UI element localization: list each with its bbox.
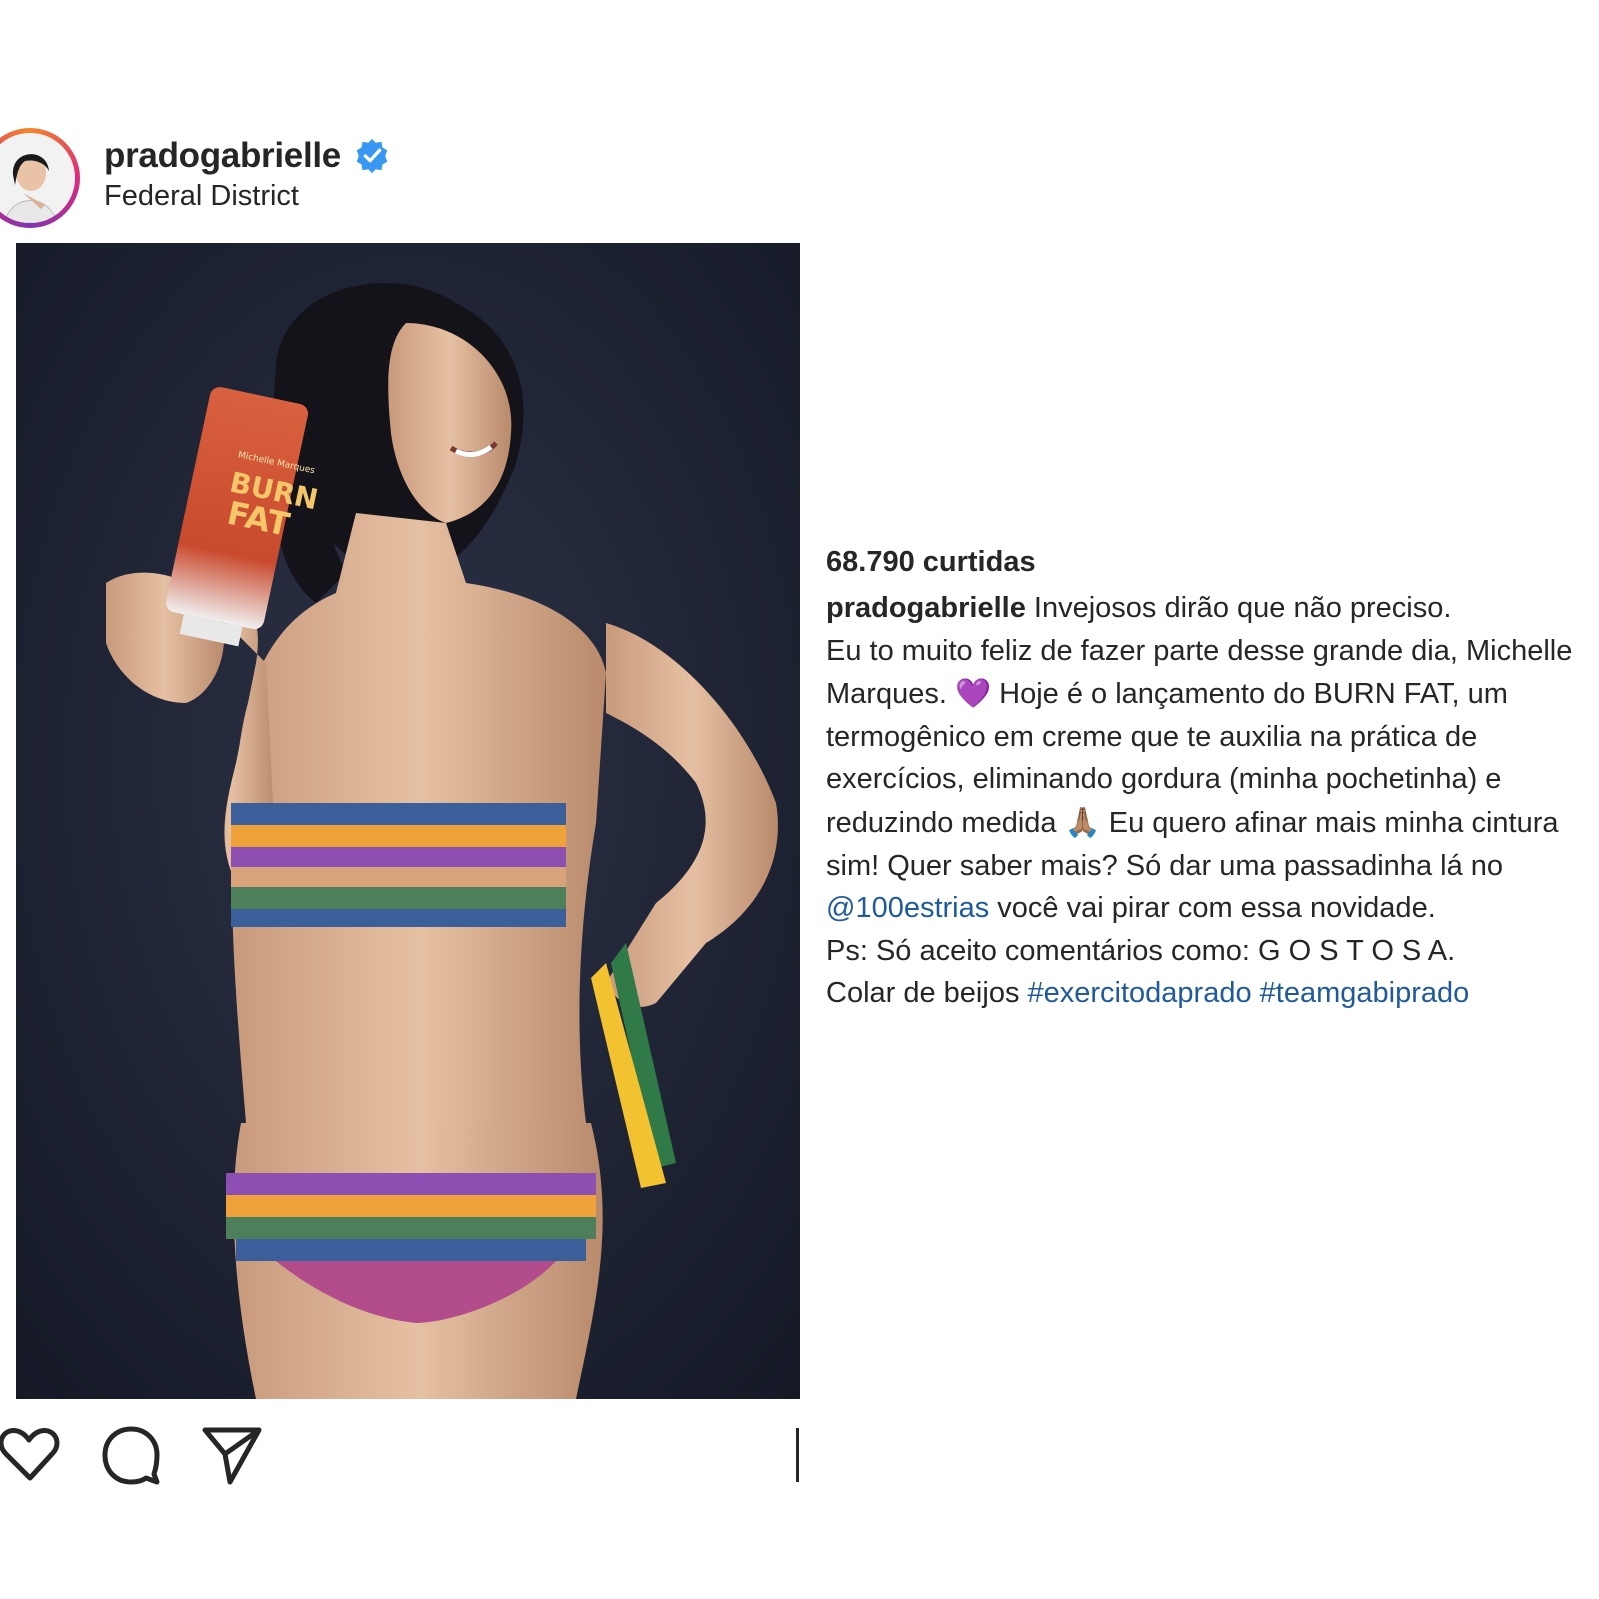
comment-icon[interactable] xyxy=(100,1424,162,1486)
purple-heart-icon: 💜 xyxy=(954,676,992,711)
avatar[interactable] xyxy=(0,128,80,228)
verified-icon xyxy=(356,138,388,174)
avatar-image xyxy=(0,133,75,223)
post-photo[interactable]: Michelle Marques BURN FAT xyxy=(16,243,800,1399)
caption-username[interactable]: pradogabrielle xyxy=(826,592,1026,624)
caption-line6: Ps: Só aceito comentários como: G O S T … xyxy=(826,934,1456,967)
post-location[interactable]: Federal District xyxy=(104,180,299,213)
caption-line5: você vai pirar com essa novidade. xyxy=(989,892,1436,925)
hashtag-link[interactable]: #exercitodaprado xyxy=(1028,977,1252,1009)
share-icon[interactable] xyxy=(200,1424,264,1486)
mention-link[interactable]: @100estrias xyxy=(826,892,989,924)
caption-line7: Colar de beijos xyxy=(826,977,1028,1010)
likes-count[interactable]: 68.790 curtidas xyxy=(826,546,1586,579)
hashtag-link[interactable]: #teamgabiprado xyxy=(1260,977,1470,1009)
caption-text: pradogabrielle Invejosos dirão que não p… xyxy=(826,587,1586,1015)
caption-line1: Invejosos dirão que não preciso. xyxy=(1025,592,1452,624)
text-cursor xyxy=(796,1428,799,1482)
caption-block: 68.790 curtidas pradogabrielle Invejosos… xyxy=(826,546,1586,1015)
like-icon[interactable] xyxy=(0,1426,62,1484)
username[interactable]: pradogabrielle xyxy=(104,136,341,176)
post-header: pradogabrielle Federal District xyxy=(0,128,800,228)
action-bar xyxy=(0,1422,800,1492)
praying-hands-icon: 🙏🏽 xyxy=(1064,804,1101,839)
